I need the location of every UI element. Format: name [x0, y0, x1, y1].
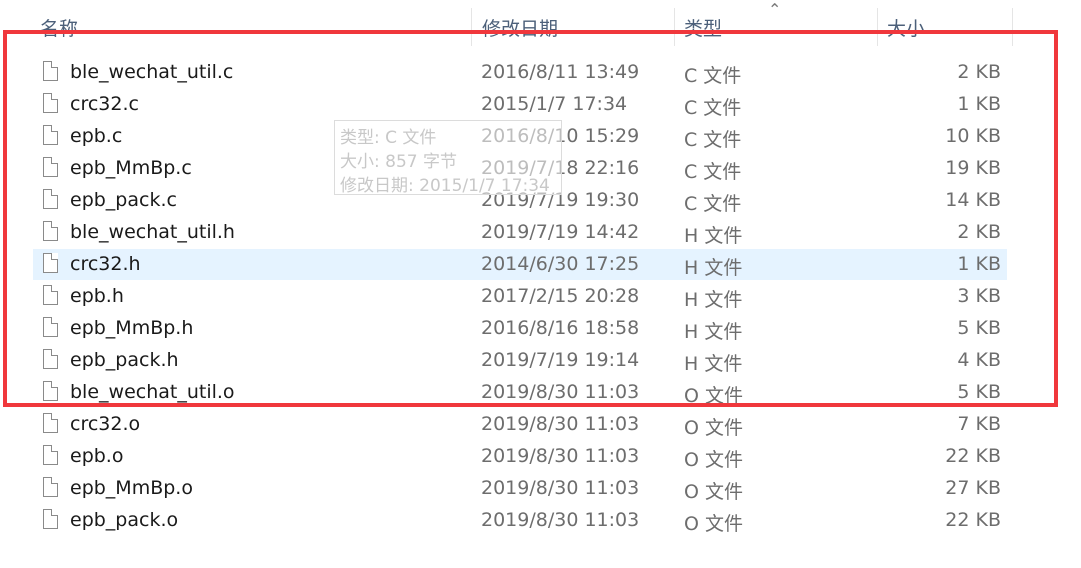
- file-row[interactable]: epb_MmBp.o 2019/8/30 11:03 O 文件 27 KB: [33, 473, 1007, 504]
- file-type: H 文件: [684, 289, 743, 311]
- column-header-name[interactable]: 名称: [40, 14, 78, 41]
- file-name: epb_MmBp.c: [70, 157, 192, 179]
- document-icon: [43, 413, 58, 433]
- file-type: O 文件: [684, 513, 743, 535]
- file-size: 3 KB: [957, 285, 1001, 307]
- document-icon: [43, 125, 58, 145]
- file-name: crc32.c: [70, 93, 139, 115]
- column-header-date[interactable]: 修改日期: [482, 14, 558, 41]
- file-date: 2016/8/11 13:49: [481, 61, 640, 83]
- file-size: 10 KB: [945, 125, 1001, 147]
- document-icon: [43, 189, 58, 209]
- file-date: 2019/8/30 11:03: [481, 445, 640, 467]
- file-type: H 文件: [684, 257, 743, 279]
- tooltip-date: 修改日期: 2015/1/7 17:34: [340, 176, 550, 196]
- column-header-size[interactable]: 大小: [887, 14, 925, 41]
- file-row[interactable]: epb_MmBp.h 2016/8/16 18:58 H 文件 5 KB: [33, 313, 1007, 344]
- file-explorer: 名称 修改日期 ⌃ 类型 大小 ble_wechat_util.c 2016/8/…: [0, 0, 1081, 568]
- file-row[interactable]: epb.h 2017/2/15 20:28 H 文件 3 KB: [33, 281, 1007, 312]
- file-type: C 文件: [684, 65, 742, 87]
- tooltip-type: 类型: C 文件: [340, 128, 437, 148]
- document-icon: [43, 381, 58, 401]
- file-size: 1 KB: [957, 253, 1001, 275]
- document-icon: [43, 317, 58, 337]
- file-date: 2016/8/16 18:58: [481, 317, 640, 339]
- document-icon: [43, 221, 58, 241]
- column-header-bar: 名称 修改日期 ⌃ 类型 大小: [0, 0, 1081, 46]
- column-header-type[interactable]: 类型: [684, 14, 722, 41]
- file-size: 27 KB: [945, 477, 1001, 499]
- file-date: 2017/2/15 20:28: [481, 285, 640, 307]
- file-type: O 文件: [684, 449, 743, 471]
- file-size: 2 KB: [957, 221, 1001, 243]
- file-date: 2019/8/30 11:03: [481, 477, 640, 499]
- file-date: 2015/1/7 17:34: [481, 93, 628, 115]
- document-icon: [43, 477, 58, 497]
- file-type: C 文件: [684, 97, 742, 119]
- file-name: crc32.h: [70, 253, 141, 275]
- document-icon: [43, 285, 58, 305]
- file-row[interactable]: epb_pack.h 2019/7/19 19:14 H 文件 4 KB: [33, 345, 1007, 376]
- file-type: H 文件: [684, 321, 743, 343]
- file-type: C 文件: [684, 129, 742, 151]
- file-date: 2014/6/30 17:25: [481, 253, 640, 275]
- document-icon: [43, 445, 58, 465]
- file-row[interactable]: epb_pack.o 2019/8/30 11:03 O 文件 22 KB: [33, 505, 1007, 536]
- file-size: 22 KB: [945, 445, 1001, 467]
- file-row[interactable]: ble_wechat_util.o 2019/8/30 11:03 O 文件 5 KB: [33, 377, 1007, 408]
- document-icon: [43, 253, 58, 273]
- file-row[interactable]: ble_wechat_util.c 2016/8/11 13:49 C 文件 2 KB: [33, 57, 1007, 88]
- file-name: epb_MmBp.h: [70, 317, 194, 339]
- file-name: crc32.o: [70, 413, 141, 435]
- file-name: ble_wechat_util.o: [70, 381, 235, 403]
- file-size: 1 KB: [957, 93, 1001, 115]
- column-divider[interactable]: [877, 8, 878, 46]
- file-type: H 文件: [684, 353, 743, 375]
- file-date: 2019/8/30 11:03: [481, 413, 640, 435]
- column-divider[interactable]: [471, 8, 472, 46]
- file-row[interactable]: crc32.c 2015/1/7 17:34 C 文件 1 KB: [33, 89, 1007, 120]
- file-size: 5 KB: [957, 317, 1001, 339]
- file-name: epb_pack.o: [70, 509, 179, 531]
- file-date: 2019/7/19 14:42: [481, 221, 640, 243]
- file-name: epb_MmBp.o: [70, 477, 193, 499]
- file-size: 19 KB: [945, 157, 1001, 179]
- file-size: 22 KB: [945, 509, 1001, 531]
- file-date: 2019/8/30 11:03: [481, 381, 640, 403]
- document-icon: [43, 157, 58, 177]
- file-row[interactable]: epb.o 2019/8/30 11:03 O 文件 22 KB: [33, 441, 1007, 472]
- file-type: C 文件: [684, 193, 742, 215]
- file-name: epb.o: [70, 445, 124, 467]
- file-type: H 文件: [684, 225, 743, 247]
- document-icon: [43, 61, 58, 81]
- column-divider[interactable]: [1012, 8, 1013, 46]
- file-name: epb.h: [70, 285, 124, 307]
- document-icon: [43, 509, 58, 529]
- file-size: 4 KB: [957, 349, 1001, 371]
- file-date: 2019/8/30 11:03: [481, 509, 640, 531]
- file-info-tooltip: 类型: C 文件 大小: 857 字节 修改日期: 2015/1/7 17:34: [334, 120, 562, 196]
- tooltip-size: 大小: 857 字节: [340, 152, 457, 172]
- file-name: epb_pack.h: [70, 349, 179, 371]
- document-icon: [43, 349, 58, 369]
- file-row[interactable]: ble_wechat_util.h 2019/7/19 14:42 H 文件 2 KB: [33, 217, 1007, 248]
- file-type: O 文件: [684, 481, 743, 503]
- file-type: O 文件: [684, 385, 743, 407]
- file-name: epb.c: [70, 125, 123, 147]
- file-type: O 文件: [684, 417, 743, 439]
- file-row[interactable]: crc32.o 2019/8/30 11:03 O 文件 7 KB: [33, 409, 1007, 440]
- file-date: 2019/7/19 19:14: [481, 349, 640, 371]
- file-size: 14 KB: [945, 189, 1001, 211]
- file-name: epb_pack.c: [70, 189, 177, 211]
- file-name: ble_wechat_util.c: [70, 61, 234, 83]
- file-size: 2 KB: [957, 61, 1001, 83]
- file-name: ble_wechat_util.h: [70, 221, 235, 243]
- file-type: C 文件: [684, 161, 742, 183]
- file-size: 7 KB: [957, 413, 1001, 435]
- column-divider[interactable]: [674, 8, 675, 46]
- file-row[interactable]: crc32.h 2014/6/30 17:25 H 文件 1 KB: [33, 249, 1007, 280]
- chevron-up-icon: ⌃: [768, 0, 782, 19]
- file-size: 5 KB: [957, 381, 1001, 403]
- document-icon: [43, 93, 58, 113]
